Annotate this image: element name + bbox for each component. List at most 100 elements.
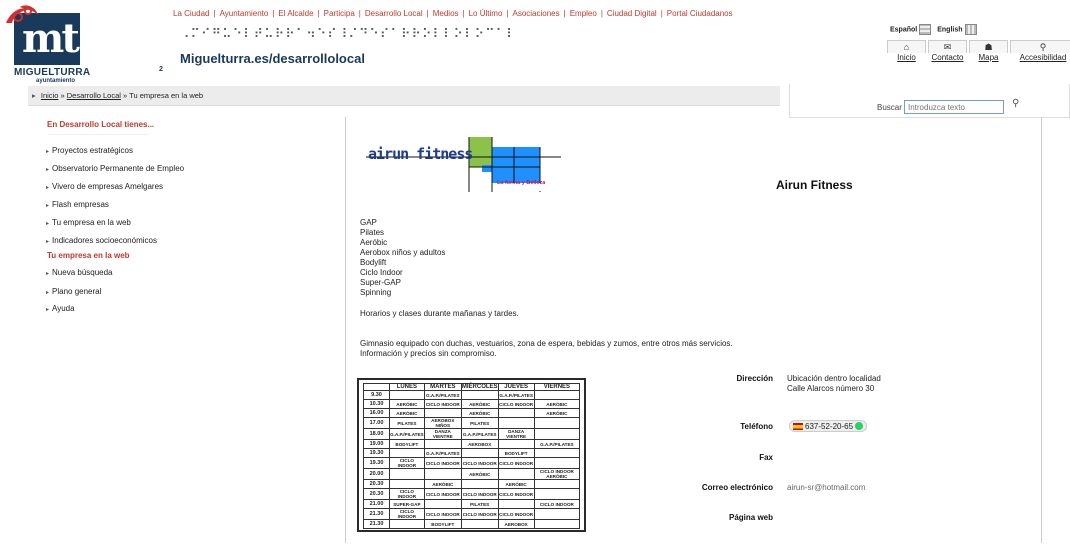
sidebar-item-label: Nueva búsqueda xyxy=(52,268,113,277)
timetable-cell xyxy=(497,499,535,509)
timetable-cell: AEROBOX xyxy=(497,519,535,529)
phone-value[interactable]: 637-52-20-65 xyxy=(789,420,868,432)
business-logo-tagline: La forma y Belleza xyxy=(497,180,546,186)
quick-link-label: Mapa xyxy=(978,53,999,62)
quick-link-inicio[interactable]: ⌂ Inicio xyxy=(886,40,927,62)
right-divider xyxy=(1041,117,1042,543)
nav-item-ciudad-digital[interactable]: Ciudad Digital xyxy=(607,9,657,18)
municipality-logo[interactable]: mt MIGUELTURRA ayuntamiento xyxy=(6,5,90,84)
bullet-icon: ▸ xyxy=(46,271,50,277)
timetable-cell: BODYLIFT xyxy=(389,439,425,449)
spanish-flag-icon xyxy=(919,24,932,35)
sidebar-section-heading: Tu empresa en la web xyxy=(47,251,130,260)
sidebar-item-flash[interactable]: ▸ Flash empresas xyxy=(46,200,109,209)
sidebar-item-plano-general[interactable]: ▸ Plano general xyxy=(46,287,101,296)
quick-link-contacto[interactable]: ✉ Contacto xyxy=(927,40,968,62)
timetable-cell: BODYLIFT xyxy=(423,519,462,529)
timetable-row: 9.30 G.A.P./PILATES G.A.P./PILATES xyxy=(363,390,581,400)
activity-item: Spinning xyxy=(360,288,392,297)
sidebar-heading: En Desarrollo Local tienes... xyxy=(47,120,155,129)
sidebar-item-observatorio[interactable]: ▸ Observatorio Permanente de Empleo xyxy=(46,164,184,173)
logo-name: MIGUELTURRA xyxy=(14,67,91,78)
timetable-cell xyxy=(497,408,535,418)
timetable-cell xyxy=(533,508,581,520)
timetable-cell: G.A.P./PILATES xyxy=(423,448,462,458)
search-icon[interactable]: ⚲ xyxy=(1012,98,1019,109)
sidebar-item-indicadores[interactable]: ▸ Indicadores socioeconómicos xyxy=(46,236,157,245)
sidebar-item-label: Indicadores socioeconómicos xyxy=(52,236,157,245)
timetable-day: MARTES xyxy=(423,383,462,391)
timetable-cell: CICLO INDOOR xyxy=(389,488,425,500)
breadcrumb-desarrollo-local[interactable]: Desarrollo Local xyxy=(67,91,121,100)
sidebar-item-nueva-busqueda[interactable]: ▸ Nueva búsqueda xyxy=(46,268,113,277)
timetable-cell xyxy=(423,408,462,418)
timetable-cell xyxy=(389,468,425,480)
quick-link-label: Inicio xyxy=(897,53,916,62)
sidebar-divider xyxy=(48,134,148,135)
sidebar-item-vivero[interactable]: ▸ Vivero de empresas Amelgares xyxy=(46,182,163,191)
search-input[interactable] xyxy=(904,100,1004,114)
language-spanish[interactable]: Español xyxy=(890,24,932,35)
timetable-cell xyxy=(533,519,581,529)
nav-item-medios[interactable]: Medios xyxy=(433,9,459,18)
nav-item-desarrollo-local[interactable]: Desarrollo Local xyxy=(365,9,423,18)
business-name: Airun Fitness xyxy=(776,178,853,192)
timetable-time: 16.00 xyxy=(363,408,390,418)
whatsapp-icon xyxy=(855,422,864,430)
timetable-day: LUNES xyxy=(389,383,425,391)
schedule-note: Horarios y clases durante mañanas y tard… xyxy=(360,309,519,318)
quick-link-mapa[interactable]: ☗ Mapa xyxy=(968,40,1009,62)
quick-links: ⌂ Inicio ✉ Contacto ☗ Mapa ⚲ Accesibilid… xyxy=(886,40,1070,62)
quick-link-label: Contacto xyxy=(931,53,964,62)
timetable-cell: CICLO INDOOR xyxy=(423,488,462,500)
site-url: Miguelturra.es/desarrollolocal xyxy=(180,51,365,66)
nav-item-portal-ciudadanos[interactable]: Portal Ciudadanos xyxy=(667,9,733,18)
bullet-icon: ▸ xyxy=(46,149,50,155)
nav-item-ayuntamiento[interactable]: Ayuntamiento xyxy=(220,9,269,18)
nav-item-lo-último[interactable]: Lo Último xyxy=(469,9,503,18)
timetable-cell: G.A.P./PILATES xyxy=(533,439,581,449)
language-english[interactable]: English xyxy=(937,24,977,35)
website-label: Página web xyxy=(728,513,773,522)
breadcrumb: ▸ Inicio » Desarrollo Local » Tu empresa… xyxy=(28,86,780,106)
address-line-1: Ubicación dentro localidad xyxy=(787,374,881,383)
nav-item-participa[interactable]: Participa xyxy=(324,9,355,18)
timetable-row: 21.30 BODYLIFT AEROBOX xyxy=(363,519,581,529)
timetable-cell: CICLO INDOOR xyxy=(389,508,425,520)
language-english-label: English xyxy=(937,26,963,34)
breadcrumb-inicio[interactable]: Inicio xyxy=(41,91,59,100)
timetable-time: 21.00 xyxy=(363,499,390,509)
language-spanish-label: Español xyxy=(890,26,918,34)
language-selector: Español English xyxy=(890,24,977,35)
search-panel: Buscar ⚲ xyxy=(789,84,1070,118)
fax-label: Fax xyxy=(759,453,773,462)
activity-list: GAP Pilates Aeróbic Aerobox niños y adul… xyxy=(360,218,445,298)
content-divider xyxy=(345,117,346,543)
sidebar-item-tu-empresa[interactable]: ▸ Tu empresa en la web xyxy=(46,218,131,227)
breadcrumb-separator: » xyxy=(123,91,128,100)
home-icon: ⌂ xyxy=(887,40,926,53)
timetable-time: 9.30 xyxy=(363,390,390,400)
english-flag-icon xyxy=(964,24,977,35)
search-label: Buscar xyxy=(877,103,902,112)
timetable-time: 19.00 xyxy=(363,439,390,449)
nav-item-asociaciones[interactable]: Asociaciones xyxy=(512,9,559,18)
nav-item-empleo[interactable]: Empleo xyxy=(570,9,597,18)
quick-link-accesibilidad[interactable]: ⚲ Accesibilidad xyxy=(1009,40,1070,62)
breadcrumb-current: Tu empresa en la web xyxy=(129,91,204,100)
timetable-cell xyxy=(533,488,581,500)
activity-item: GAP xyxy=(360,218,377,227)
top-navigation: La Ciudad | Ayuntamiento | El Alcalde | Partic… xyxy=(173,9,733,18)
sitemap-icon: ☗ xyxy=(969,40,1008,53)
timetable-time: 10.30 xyxy=(363,399,390,409)
nav-separator: | xyxy=(358,9,361,18)
timetable-cell: G.A.P./PILATES xyxy=(423,390,462,400)
nav-item-el-alcalde[interactable]: El Alcalde xyxy=(278,9,313,18)
timetable-row: 20.00 AERÓBIC CICLO INDOOR AERÓBIC xyxy=(363,468,581,480)
sidebar-item-ayuda[interactable]: ▸ Ayuda xyxy=(46,304,75,313)
timetable-cell xyxy=(423,499,462,509)
nav-item-la-ciudad[interactable]: La Ciudad xyxy=(173,9,209,18)
sidebar-item-proyectos[interactable]: ▸ Proyectos estratégicos xyxy=(46,146,133,155)
email-value[interactable]: airun-sr@hotmail.com xyxy=(787,483,865,493)
timetable-row: 19.30 CICLO INDOOR CICLO INDOOR CICLO INDOO… xyxy=(363,457,581,469)
